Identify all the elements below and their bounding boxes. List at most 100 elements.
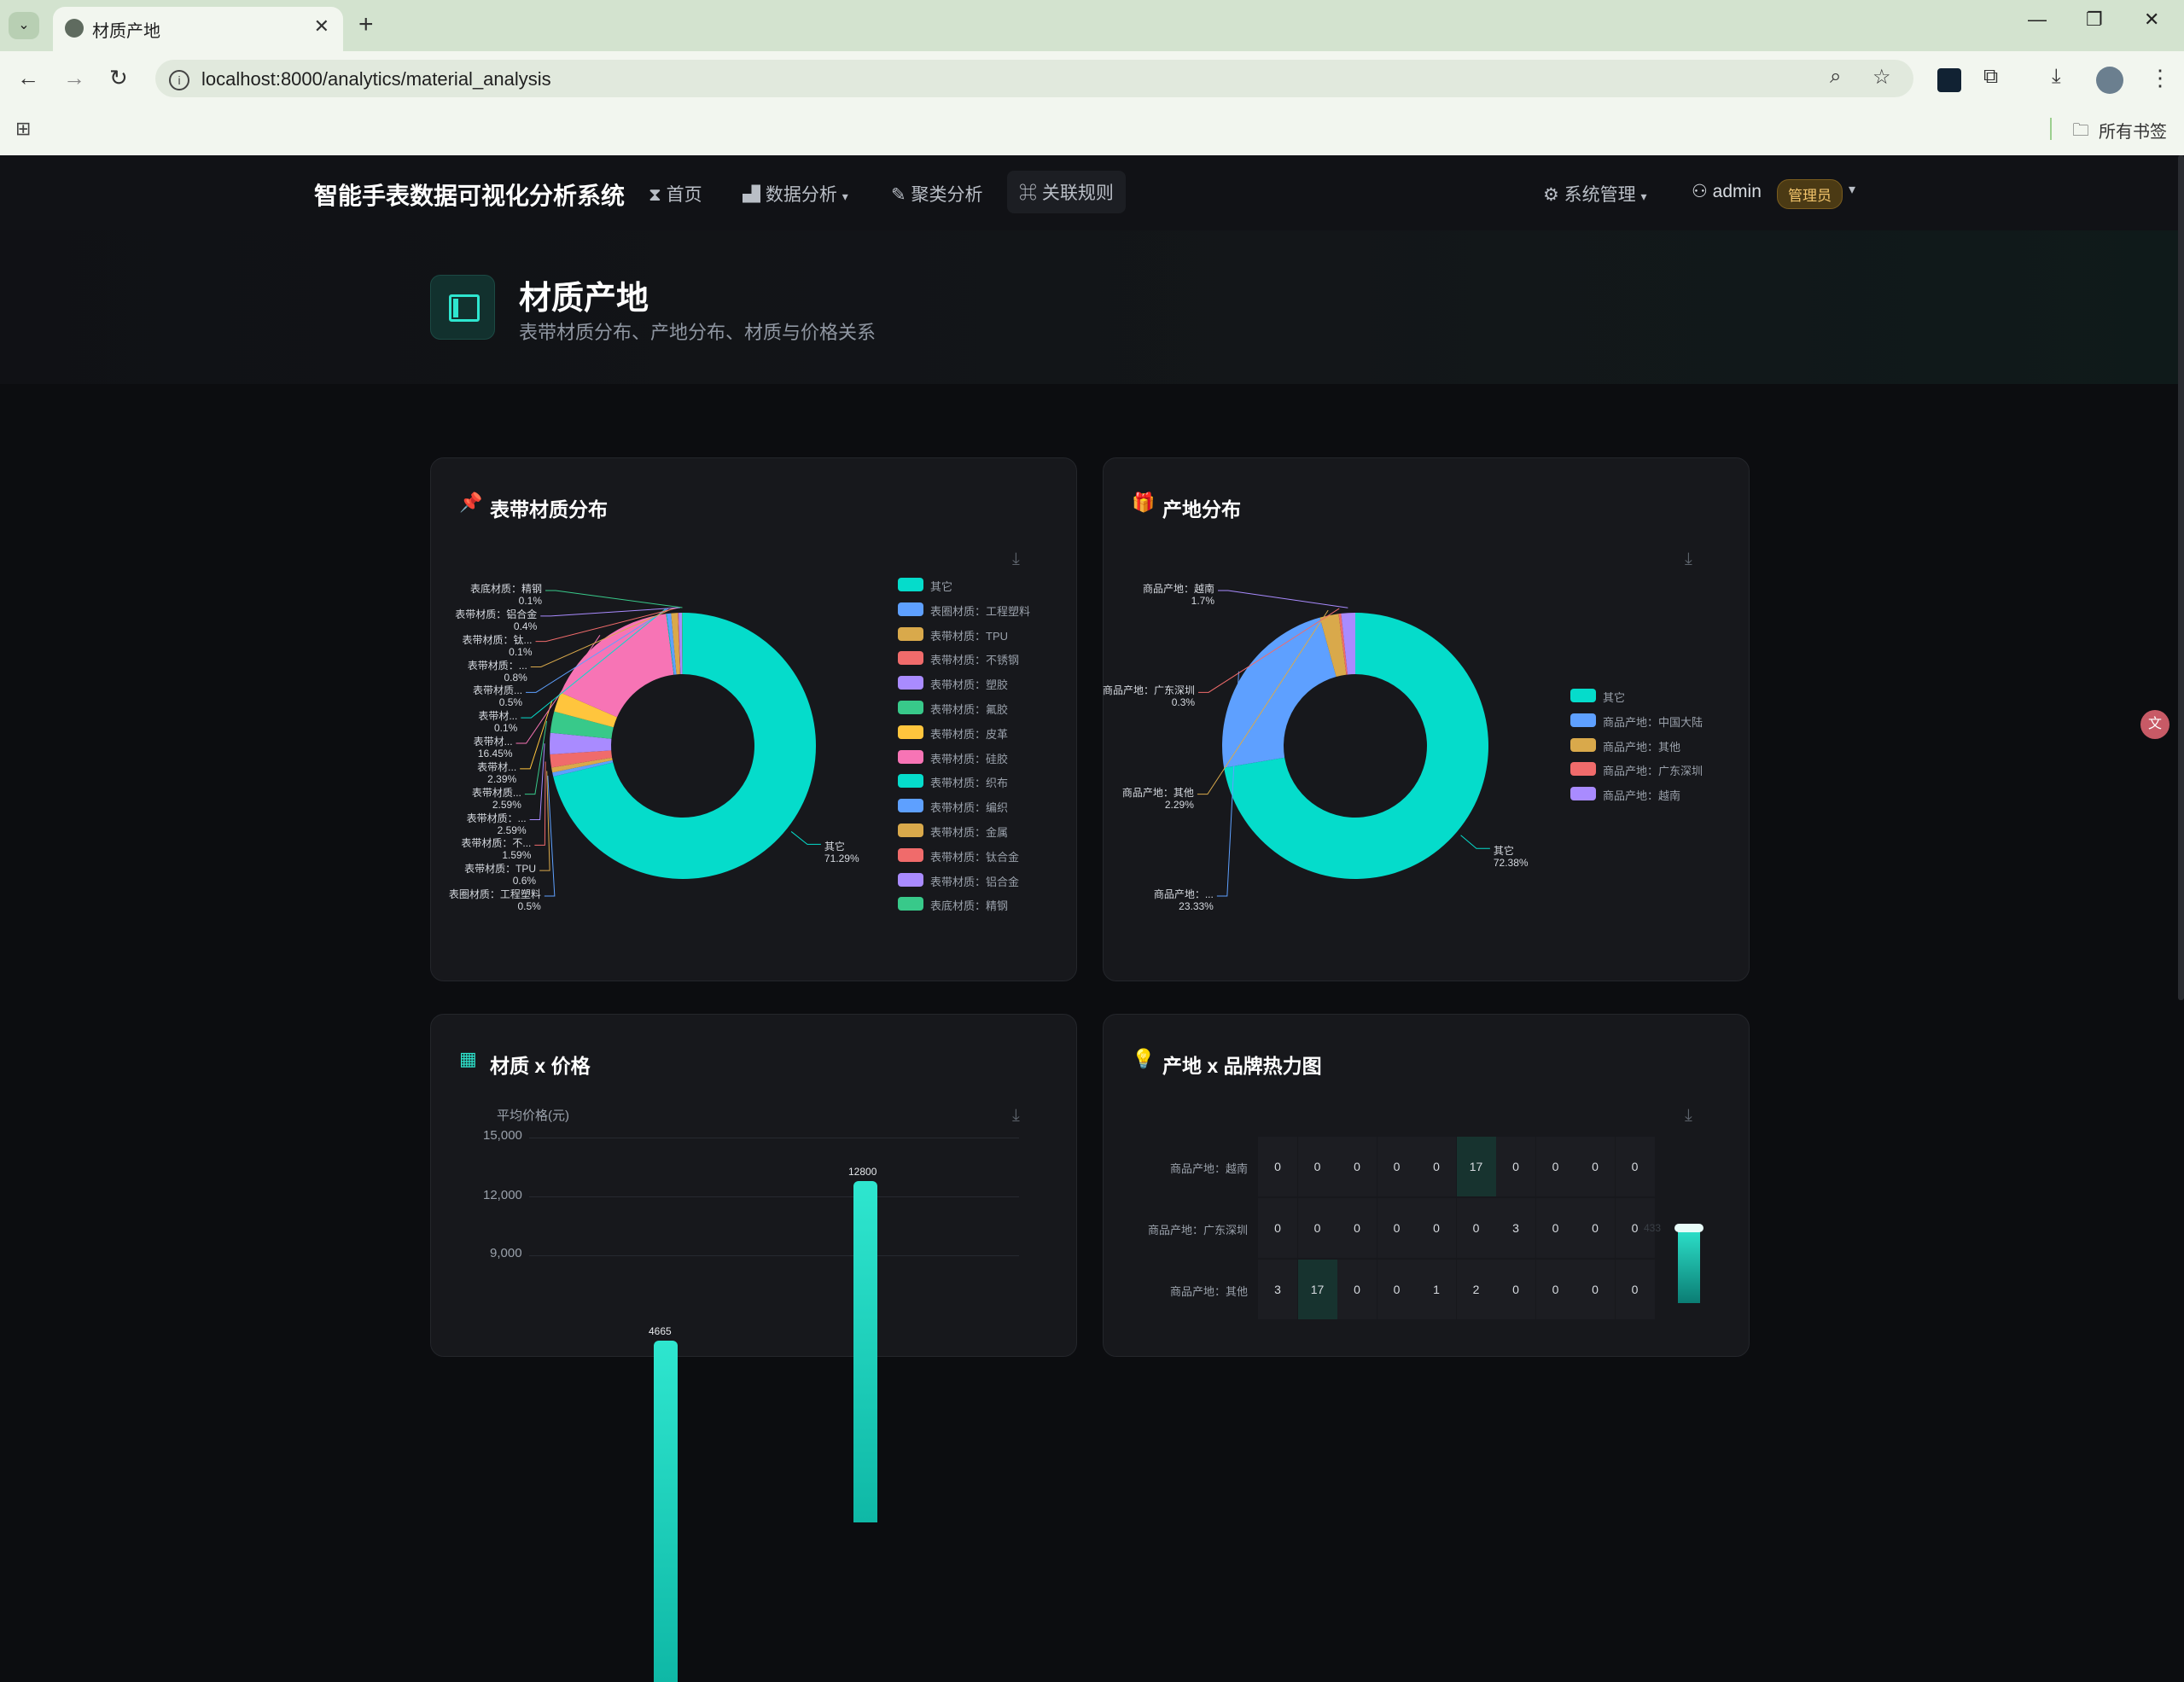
price-bar[interactable] (853, 1180, 877, 1522)
heatmap-card-title: 产地 x 品牌热力图 (1162, 1055, 1322, 1077)
nav-data-analysis[interactable]: ▟ 数据分析 ▾ (743, 181, 848, 207)
heatmap-cell[interactable]: 0 (1377, 1198, 1417, 1258)
download-icon[interactable]: ⤓ (2052, 65, 2061, 89)
close-icon[interactable]: ✕ (314, 15, 329, 38)
legend-swatch (898, 725, 923, 739)
bar-chart-icon: ▟ (743, 185, 760, 205)
thumbs-down-icon: ✎ (891, 185, 906, 205)
heatmap-cell[interactable]: 2 (1456, 1260, 1496, 1319)
heatmap-cell[interactable]: 0 (1377, 1260, 1417, 1319)
heatmap-cell[interactable]: 0 (1297, 1198, 1337, 1258)
visual-map-bar[interactable] (1678, 1225, 1700, 1303)
heatmap-cell[interactable]: 0 (1496, 1260, 1535, 1319)
heatmap-cell[interactable]: 3 (1258, 1260, 1297, 1319)
heatmap-cell[interactable]: 0 (1496, 1137, 1535, 1196)
user-menu[interactable]: ⚇ admin (1692, 181, 1762, 202)
download-icon[interactable]: ⤓ (1685, 550, 1692, 569)
nav-association-rules-label: 关联规则 (1041, 183, 1114, 203)
visual-map-max-label: 433 (1644, 1222, 1662, 1234)
nav-home[interactable]: ⧗ 首页 (649, 181, 702, 207)
heatmap-cell[interactable]: 0 (1575, 1137, 1615, 1196)
slice-label: 其它 72.38% (1493, 845, 1529, 870)
download-icon[interactable]: ⤓ (1012, 1106, 1020, 1126)
caret-down-icon[interactable]: ▾ (1849, 181, 1855, 198)
minimize-icon[interactable]: — (2028, 9, 2047, 31)
y-axis-label: 平均价格(元) (497, 1109, 569, 1123)
slice-label: 商品产地：广东深圳 0.3% (1103, 684, 1196, 709)
heatmap-cell[interactable]: 0 (1258, 1137, 1297, 1196)
close-window-icon[interactable]: ✕ (2144, 9, 2159, 31)
back-icon[interactable]: ← (17, 65, 39, 91)
heatmap-cell[interactable]: 0 (1575, 1260, 1615, 1319)
heatmap-cell[interactable]: 0 (1535, 1260, 1575, 1319)
puzzle-icon[interactable]: ⧉ (1983, 65, 1998, 89)
heatmap-cell[interactable]: 0 (1297, 1137, 1337, 1196)
avatar[interactable] (2096, 67, 2123, 94)
heatmap-cell[interactable]: 0 (1456, 1198, 1496, 1258)
caret-down-icon: ▾ (842, 189, 848, 203)
tab-search-button[interactable]: ⌄ (9, 12, 39, 39)
heatmap-cell[interactable]: 0 (1535, 1198, 1575, 1258)
heatmap-cell[interactable]: 0 (1535, 1137, 1575, 1196)
heatmap-cell[interactable]: 0 (1615, 1260, 1655, 1319)
heatmap-cell[interactable]: 0 (1615, 1137, 1655, 1196)
system-menu-label: 系统管理 (1564, 185, 1636, 205)
legend-label: 其它 (930, 580, 953, 593)
slice-label: 商品产地：其他 2.29% (1121, 786, 1194, 811)
heatmap-cell[interactable]: 17 (1297, 1260, 1337, 1319)
heatmap-cell[interactable]: 0 (1337, 1137, 1377, 1196)
page-header (0, 230, 2184, 384)
legend-label: 表带材质：氟胶 (930, 703, 1009, 716)
heatmap-grid: 商品产地：越南 0 0 0 0 0 17 0 0 0 0 商品产地：广东深圳 0 0 0 0 0 0 3 0 0 0 商品产… (1103, 1137, 1751, 1319)
heatmap-cell[interactable]: 0 (1337, 1260, 1377, 1319)
slice-label: 表带材... 2.39% (477, 760, 517, 785)
heatmap-cell[interactable]: 0 (1337, 1198, 1377, 1258)
globe-icon (65, 19, 84, 38)
url-text[interactable]: localhost:8000/analytics/material_analys… (201, 68, 551, 90)
legend-swatch (898, 824, 923, 837)
legend-label: 表带材质：钛合金 (930, 850, 1020, 864)
info-icon[interactable]: i (169, 70, 189, 90)
bar-value-label: 4665 (649, 1324, 672, 1337)
folder-icon: 🗀 (2072, 121, 2089, 140)
browser-tab[interactable]: 材质产地 ✕ (53, 7, 343, 51)
heatmap-cell[interactable]: 1 (1417, 1260, 1456, 1319)
slice-label: 表圈材质：工程塑料 0.5% (448, 888, 541, 912)
heatmap-cell[interactable]: 0 (1417, 1198, 1456, 1258)
heatmap-cell[interactable]: 0 (1417, 1137, 1456, 1196)
material-legend: 其它 表圈材质：工程塑料 表带材质：TPU 表带材质：不锈钢 表带材质：塑胶 表带材质：氟… (898, 577, 1069, 918)
star-icon[interactable]: ☆ (1872, 65, 1891, 90)
menu-icon[interactable]: ⋮ (2149, 65, 2171, 91)
heatmap-cell[interactable]: 0 (1377, 1137, 1417, 1196)
price-bar[interactable] (654, 1340, 678, 1682)
nav-clustering[interactable]: ✎ 聚类分析 (891, 181, 982, 207)
apps-grid-icon[interactable]: ⊞ (15, 118, 31, 140)
zoom-icon[interactable]: ⌕ (1830, 65, 1841, 89)
scrollbar[interactable] (2178, 155, 2184, 1000)
legend-swatch (898, 799, 923, 813)
legend-swatch (898, 578, 923, 591)
heatmap-cell[interactable]: 0 (1575, 1198, 1615, 1258)
heatmap-cell[interactable]: 3 (1496, 1198, 1535, 1258)
download-icon[interactable]: ⤓ (1685, 1106, 1692, 1126)
new-tab-button[interactable]: + (358, 10, 374, 39)
reload-icon[interactable]: ↻ (109, 65, 128, 91)
nav-association-rules[interactable]: ⌘ 关联规则 (1007, 171, 1126, 213)
legend-label: 其它 (1603, 691, 1626, 704)
terminal-extension-icon[interactable] (1937, 68, 1961, 92)
y-tick-label: 9,000 (490, 1246, 522, 1260)
system-menu[interactable]: ⚙ 系统管理 ▾ (1543, 181, 1647, 207)
forward-icon[interactable]: → (63, 65, 85, 91)
all-bookmarks-label[interactable]: 所有书签 (2099, 118, 2167, 143)
legend-swatch (1570, 713, 1596, 727)
legend-swatch (1570, 762, 1596, 777)
translate-icon[interactable]: 文 (2140, 710, 2169, 739)
heatmap-cell[interactable]: 17 (1456, 1137, 1496, 1196)
user-icon: ⚇ (1692, 182, 1708, 201)
restore-icon[interactable]: ❐ (2086, 9, 2103, 31)
visual-map-handle[interactable] (1674, 1224, 1704, 1232)
download-icon[interactable]: ⤓ (1012, 550, 1020, 569)
heatmap-cell[interactable]: 0 (1258, 1198, 1297, 1258)
brand-title[interactable]: 智能手表数据可视化分析系统 (314, 178, 625, 212)
origin-legend: 其它 商品产地：中国大陆 商品产地：其他 商品产地：广东深圳 商品产地：越南 (1570, 688, 1741, 802)
